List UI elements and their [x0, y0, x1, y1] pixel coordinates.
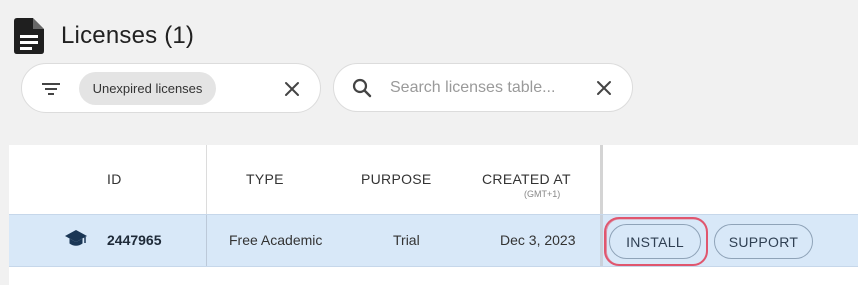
install-button[interactable]: INSTALL [609, 224, 701, 259]
search-icon [352, 78, 372, 98]
search-input[interactable] [390, 76, 580, 100]
column-header-created-at[interactable]: CREATED AT [482, 171, 571, 187]
column-divider [206, 215, 207, 266]
graduation-cap-icon [65, 230, 87, 246]
license-created-at: Dec 3, 2023 [500, 232, 576, 248]
column-header-timezone: (GMT+1) [524, 189, 561, 199]
page-header: Licenses (1) [14, 18, 194, 54]
clear-search-icon[interactable] [595, 79, 613, 97]
page-title: Licenses (1) [61, 22, 195, 49]
licenses-table: ID TYPE PURPOSE CREATED AT (GMT+1) 24479… [9, 145, 858, 285]
support-button[interactable]: SUPPORT [714, 224, 813, 259]
column-header-id[interactable]: ID [107, 171, 122, 187]
sticky-column-divider [600, 215, 603, 266]
clear-filter-icon[interactable] [283, 80, 301, 98]
filter-bar[interactable]: Unexpired licenses [21, 63, 321, 113]
document-icon [14, 18, 44, 54]
licenses-page: Licenses (1) Unexpired licenses ID TYPE … [0, 0, 858, 285]
license-type: Free Academic [229, 232, 323, 248]
filter-icon[interactable] [41, 80, 61, 98]
search-bar [333, 63, 633, 112]
license-purpose: Trial [393, 232, 420, 248]
filter-chip-unexpired[interactable]: Unexpired licenses [79, 72, 216, 105]
column-header-type[interactable]: TYPE [246, 171, 284, 187]
license-id: 2447965 [107, 232, 162, 248]
column-header-purpose[interactable]: PURPOSE [361, 171, 432, 187]
table-row[interactable]: 2447965 Free Academic Trial Dec 3, 2023 … [9, 214, 858, 267]
